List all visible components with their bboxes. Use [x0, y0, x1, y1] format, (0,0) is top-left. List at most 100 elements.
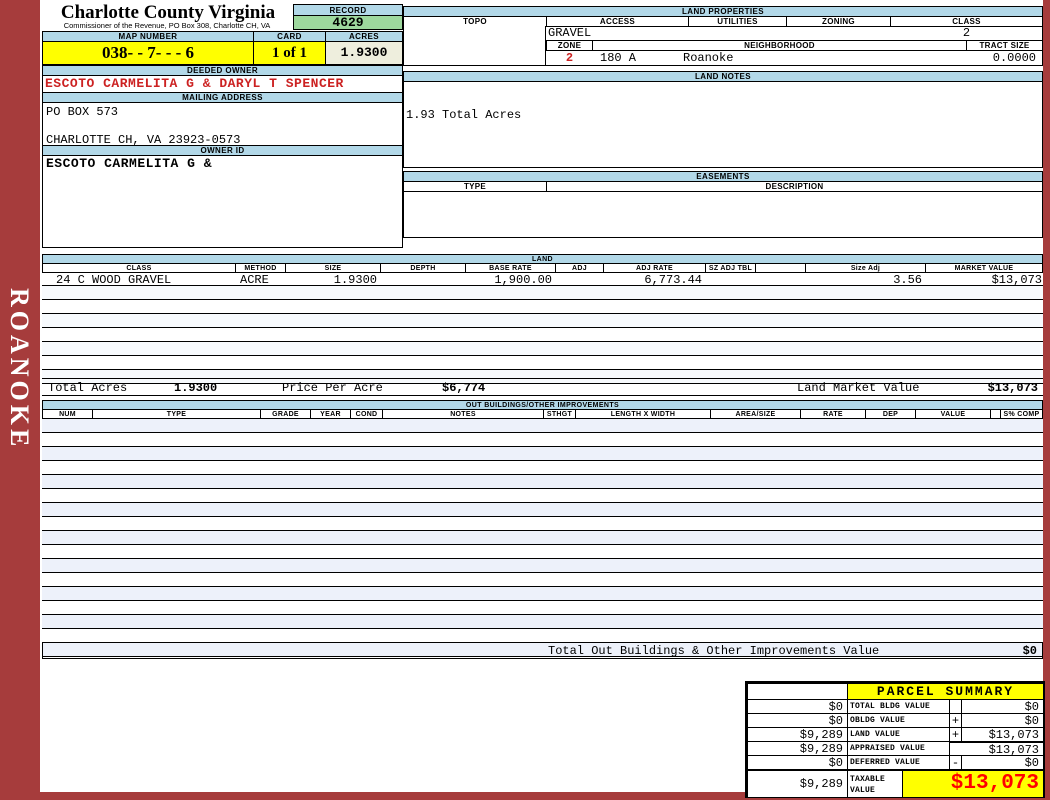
ps-label-total-bldg: TOTAL BLDG VALUE — [847, 699, 950, 714]
frame-right — [1043, 0, 1050, 800]
ob-col-sthgt: STHGT — [543, 409, 576, 419]
empty-table-row — [42, 328, 1043, 342]
map-number-value: 038- - 7- - - 6 — [42, 41, 254, 65]
ob-totals-row: Total Out Buildings & Other Improvements… — [42, 642, 1043, 659]
price-per-acre-value: $6,774 — [442, 381, 486, 395]
land-notes-text: 1.93 Total Acres — [406, 108, 522, 122]
land-row-class: 24 C WOOD GRAVEL — [56, 273, 172, 287]
empty-table-row — [42, 342, 1043, 356]
empty-table-row — [42, 517, 1043, 531]
land-row-market-value: $13,073 — [991, 273, 1042, 287]
ob-col-value: VALUE — [915, 409, 991, 419]
ob-col-num: NUM — [42, 409, 93, 419]
ps-label-deferred: DEFERRED VALUE — [847, 755, 950, 770]
empty-table-row — [42, 573, 1043, 587]
land-market-value: $13,073 — [987, 381, 1038, 395]
ps-left-deferred: $0 — [747, 755, 848, 770]
acres-value: 1.9300 — [325, 41, 403, 65]
ps-header-blank — [747, 683, 848, 700]
land-row-size: 1.9300 — [333, 273, 377, 287]
ps-label-appraised: APPRAISED VALUE — [847, 741, 950, 756]
ob-col-year: YEAR — [310, 409, 351, 419]
ps-left-appraised: $9,289 — [747, 741, 848, 756]
county-subtitle: Commissioner of the Revenue, PO Box 308,… — [63, 21, 271, 30]
ob-col-cond: COND — [350, 409, 383, 419]
district-name-vertical: ROANOKE — [5, 288, 34, 451]
zone-area-value: 180 A — [600, 51, 637, 65]
land-market-value-label: Land Market Value — [797, 381, 920, 395]
ob-empty-rows — [42, 419, 1043, 657]
ob-col-area-size: AREA/SIZE — [710, 409, 801, 419]
total-acres-label: Total Acres — [48, 381, 128, 395]
empty-table-row — [42, 314, 1043, 328]
tract-size-value: 0.0000 — [992, 51, 1036, 65]
zoning-label: ZONING — [786, 16, 891, 27]
empty-table-row — [42, 447, 1043, 461]
ps-label-land: LAND VALUE — [847, 727, 950, 742]
empty-table-row — [42, 545, 1043, 559]
easements-box — [403, 191, 1043, 238]
deeded-owner-value: ESCOTO CARMELITA G & DARYL T SPENCER — [42, 75, 403, 93]
empty-table-row — [42, 300, 1043, 314]
empty-table-row — [42, 356, 1043, 370]
ob-col-length-width: LENGTH X WIDTH — [575, 409, 711, 419]
parcel-summary: PARCEL SUMMARY $0 TOTAL BLDG VALUE $0 $0… — [745, 681, 1045, 798]
ps-left-taxable: $9,289 — [747, 769, 848, 798]
ps-label-taxable: TAXABLE VALUE — [847, 769, 903, 798]
address-line2: CHARLOTTE CH, VA 23923-0573 — [46, 133, 241, 147]
neighborhood-value: Roanoke — [683, 51, 734, 65]
ob-col-type: TYPE — [92, 409, 261, 419]
utilities-label: UTILITIES — [688, 16, 787, 27]
empty-table-row — [42, 601, 1043, 615]
ob-col-rate: RATE — [800, 409, 866, 419]
zone-label: ZONE — [546, 40, 593, 51]
empty-table-row — [42, 587, 1043, 601]
ps-left-obldg: $0 — [747, 713, 848, 728]
ps-taxable-value: $13,073 — [902, 769, 1044, 798]
empty-table-row — [42, 489, 1043, 503]
address-line1: PO BOX 573 — [46, 105, 119, 119]
ob-total-label: Total Out Buildings & Other Improvements… — [548, 644, 880, 658]
empty-table-row — [42, 531, 1043, 545]
ps-label-obldg: OBLDG VALUE — [847, 713, 950, 728]
mailing-address-box: PO BOX 573 CHARLOTTE CH, VA 23923-0573 — [42, 102, 403, 147]
ps-title: PARCEL SUMMARY — [847, 683, 1044, 700]
ob-col-pct-comp: S% COMP — [1000, 409, 1043, 419]
land-row-base-rate: 1,900.00 — [494, 273, 552, 287]
land-row-adj-rate: 6,773.44 — [644, 273, 702, 287]
zone-value: 2 — [565, 51, 574, 65]
ps-right-total-bldg: $0 — [961, 699, 1044, 714]
class-value: 2 — [962, 26, 971, 40]
empty-table-row — [42, 615, 1043, 629]
empty-table-row — [42, 461, 1043, 475]
ob-col-notes: NOTES — [382, 409, 544, 419]
ps-right-appraised: $13,073 — [949, 741, 1044, 757]
ps-right-deferred: $0 — [961, 755, 1044, 770]
ps-right-land: $13,073 — [961, 727, 1044, 742]
record-value: 4629 — [293, 15, 403, 30]
ob-col-dep: DEP — [865, 409, 916, 419]
land-row-method: ACRE — [240, 273, 269, 287]
owner-block-spacer — [42, 172, 403, 248]
card-value: 1 of 1 — [253, 41, 326, 65]
ps-left-land: $9,289 — [747, 727, 848, 742]
ob-total-value: $0 — [1022, 644, 1037, 658]
owner-id-value: ESCOTO CARMELITA G & — [42, 155, 403, 173]
district-sidebar: ROANOKE — [0, 0, 40, 800]
tract-size-label: TRACT SIZE — [966, 40, 1043, 51]
access-value: GRAVEL — [548, 26, 592, 40]
land-data-row: 24 C WOOD GRAVEL ACRE 1.9300 1,900.00 6,… — [42, 272, 1043, 287]
empty-table-row — [42, 419, 1043, 433]
ob-col-grade: GRADE — [260, 409, 311, 419]
empty-table-row — [42, 559, 1043, 573]
total-acres-value: 1.9300 — [174, 381, 218, 395]
topo-value-cell — [403, 26, 546, 66]
land-notes-box: 1.93 Total Acres — [403, 81, 1043, 168]
land-totals-row: Total Acres 1.9300 Price Per Acre $6,774… — [42, 378, 1043, 396]
ps-left-total-bldg: $0 — [747, 699, 848, 714]
empty-table-row — [42, 286, 1043, 300]
property-record-card: ROANOKE Charlotte County Virginia Commis… — [0, 0, 1050, 800]
price-per-acre-label: Price Per Acre — [282, 381, 383, 395]
neighborhood-label: NEIGHBORHOOD — [592, 40, 967, 51]
empty-table-row — [42, 433, 1043, 447]
